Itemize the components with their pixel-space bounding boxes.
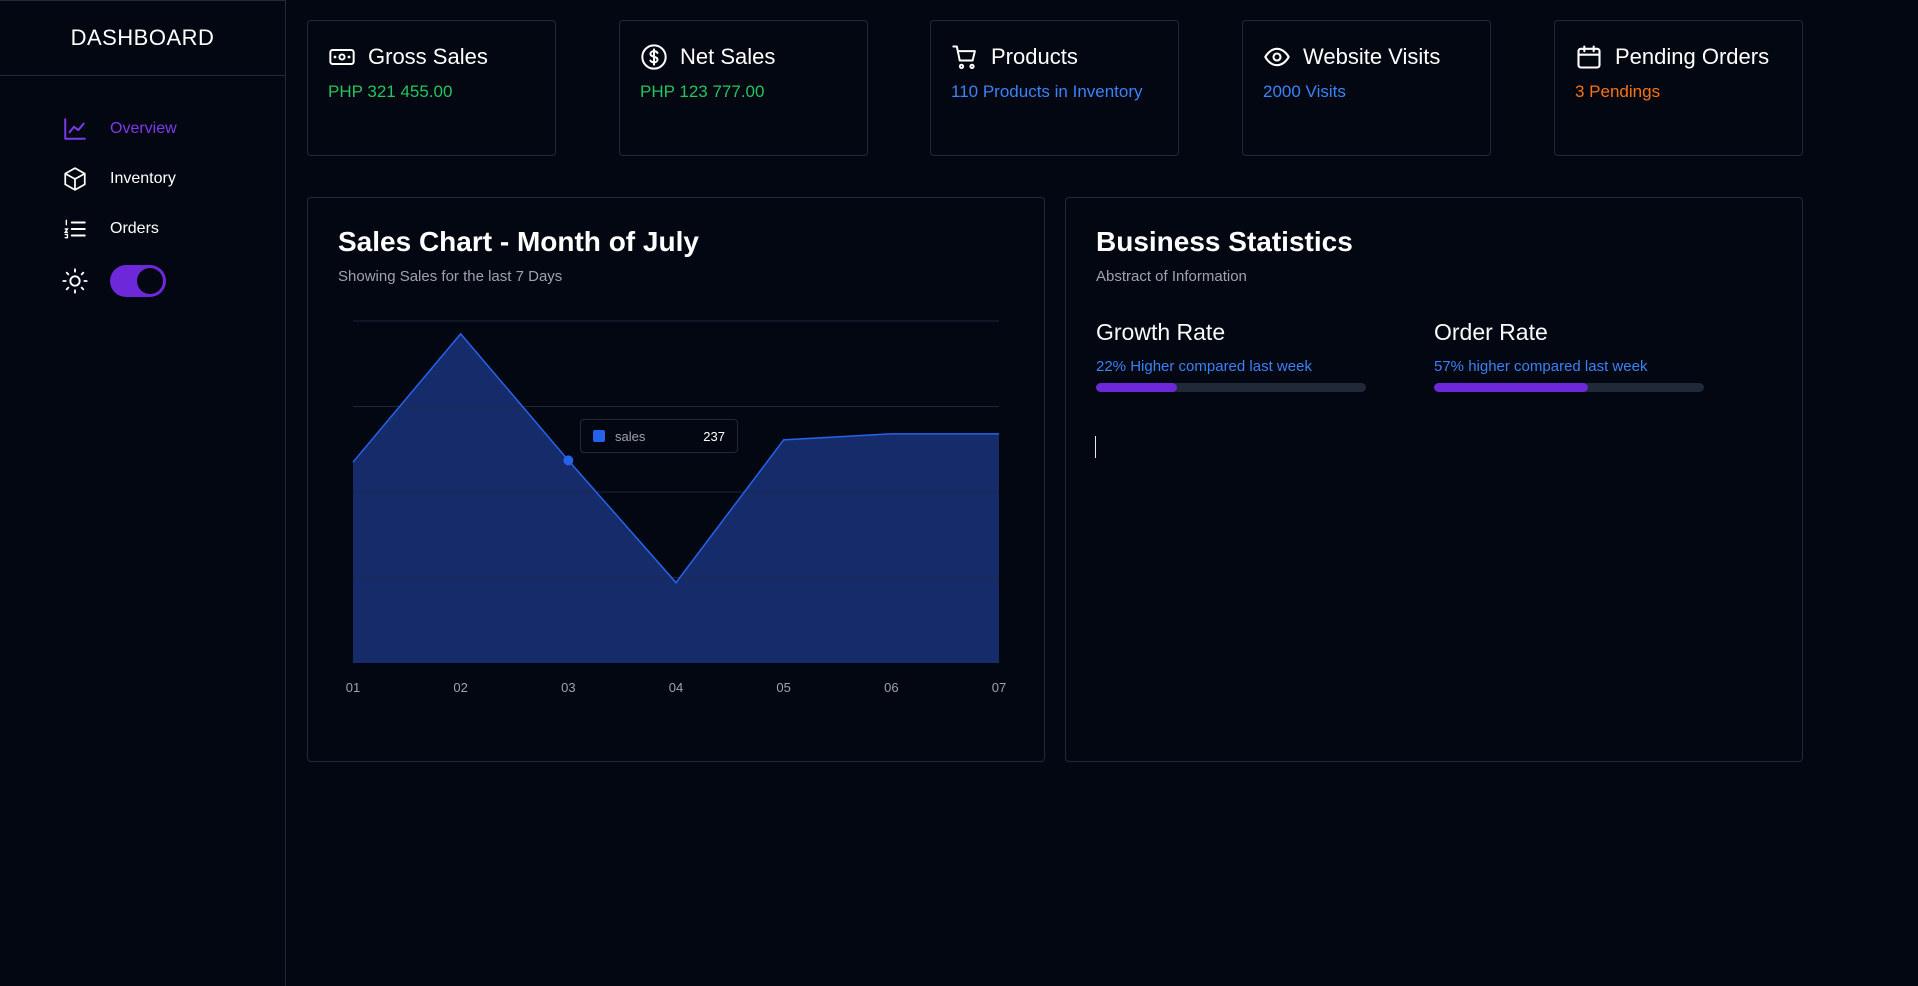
cart-icon <box>951 43 979 71</box>
sidebar-item-overview[interactable]: Overview <box>60 104 177 154</box>
card-title: Website Visits <box>1303 44 1441 69</box>
stat-growth-rate: Growth Rate 22% Higher compared last wee… <box>1096 319 1366 392</box>
business-stats-title: Business Statistics <box>1096 226 1353 257</box>
order-progress-bar <box>1434 383 1704 392</box>
brand-title: DASHBOARD <box>0 0 285 76</box>
sales-chart-panel: Sales Chart - Month of July Showing Sale… <box>307 197 1045 762</box>
box-icon <box>60 164 90 194</box>
chart-tooltip: sales 237 <box>580 419 738 453</box>
card-net-sales: Net Sales PHP 123 777.00 <box>619 20 868 156</box>
toggle-knob <box>137 268 163 294</box>
tooltip-swatch <box>593 430 605 442</box>
business-stats-panel: Business Statistics Abstract of Informat… <box>1065 197 1803 762</box>
card-value: 110 Products in Inventory <box>951 82 1143 101</box>
card-value: PHP 321 455.00 <box>328 82 453 101</box>
eye-icon <box>1263 43 1291 71</box>
banknote-icon <box>328 43 356 71</box>
theme-toggle-row <box>60 254 177 308</box>
card-title: Pending Orders <box>1615 44 1770 69</box>
sidebar-item-orders[interactable]: Orders <box>60 204 177 254</box>
card-website-visits: Website Visits 2000 Visits <box>1242 20 1491 156</box>
card-title: Gross Sales <box>368 44 488 69</box>
card-value: 2000 Visits <box>1263 82 1346 101</box>
sun-icon <box>60 266 90 296</box>
card-gross-sales: Gross Sales PHP 321 455.00 <box>307 20 556 156</box>
sidebar-item-inventory[interactable]: Inventory <box>60 154 177 204</box>
card-value: PHP 123 777.00 <box>640 82 765 101</box>
calendar-icon <box>1575 43 1603 71</box>
business-stats-subtitle: Abstract of Information <box>1096 268 1247 285</box>
stat-order-rate: Order Rate 57% higher compared last week <box>1434 319 1704 392</box>
progress-fill <box>1434 383 1588 392</box>
sales-chart-title: Sales Chart - Month of July <box>338 226 699 257</box>
card-pending-orders: Pending Orders 3 Pendings <box>1554 20 1803 156</box>
progress-fill <box>1096 383 1177 392</box>
stat-name: Order Rate <box>1434 319 1548 345</box>
stat-name: Growth Rate <box>1096 319 1226 345</box>
growth-progress-bar <box>1096 383 1366 392</box>
card-title: Products <box>991 44 1078 69</box>
list-ordered-icon <box>60 214 90 244</box>
card-products: Products 110 Products in Inventory <box>930 20 1179 156</box>
tooltip-label: sales <box>615 428 646 444</box>
stat-desc: 57% higher compared last week <box>1434 358 1648 375</box>
tooltip-value: 237 <box>703 428 725 444</box>
sales-chart-subtitle: Showing Sales for the last 7 Days <box>338 268 563 285</box>
text-cursor <box>1095 436 1096 458</box>
stat-desc: 22% Higher compared last week <box>1096 358 1312 375</box>
dollar-circle-icon <box>640 43 668 71</box>
theme-toggle[interactable] <box>110 265 166 297</box>
sidebar-nav: Overview Inventory Orders <box>60 104 177 308</box>
card-title: Net Sales <box>680 44 776 69</box>
sidebar-item-label: Inventory <box>110 170 176 187</box>
sidebar-item-label: Orders <box>110 220 159 237</box>
sidebar-item-label: Overview <box>110 120 177 137</box>
sidebar: DASHBOARD Overview Inventory Orders <box>0 0 286 986</box>
card-value: 3 Pendings <box>1575 82 1661 101</box>
line-chart-icon <box>60 114 90 144</box>
